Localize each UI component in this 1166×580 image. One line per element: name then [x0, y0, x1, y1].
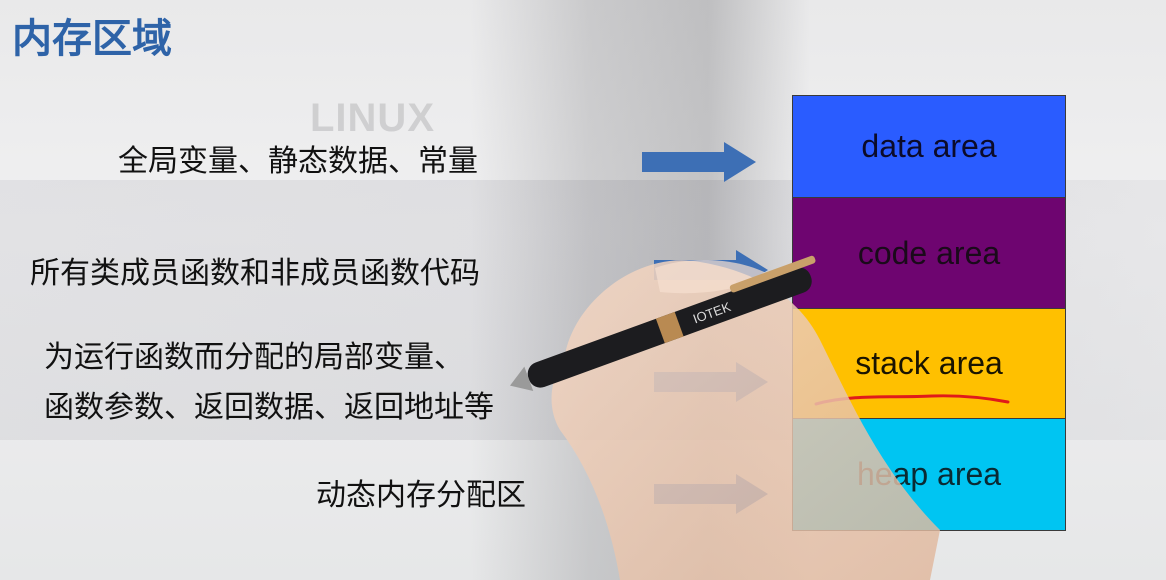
hand-with-pen-icon: IOTEK — [509, 255, 940, 580]
